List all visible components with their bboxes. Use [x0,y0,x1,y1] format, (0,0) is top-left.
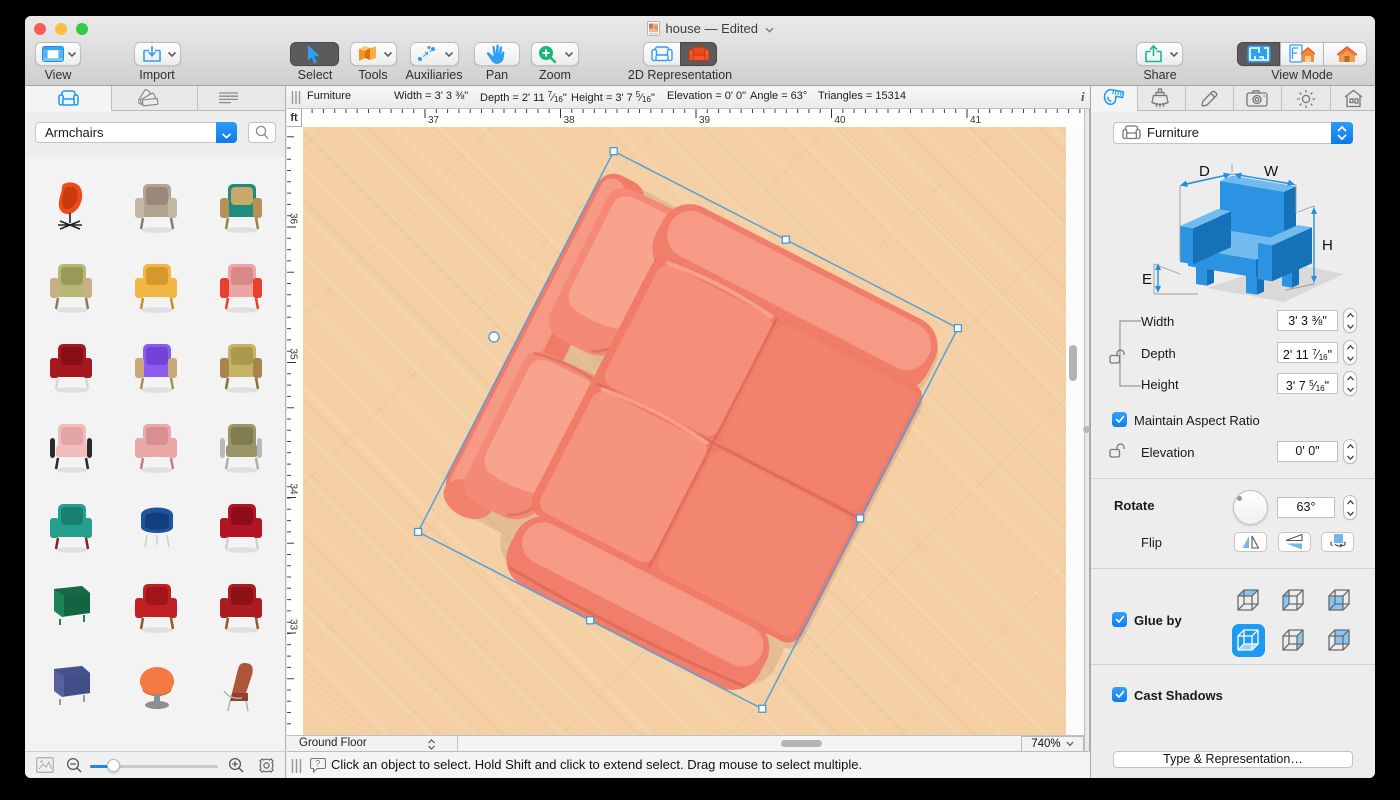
svg-text:41: 41 [970,115,982,126]
svg-text:37: 37 [428,115,440,126]
svg-text:34: 34 [288,484,299,496]
svg-text:39: 39 [699,115,711,126]
svg-text:38: 38 [564,115,576,126]
svg-text:W: W [1264,163,1279,180]
svg-text:E: E [1142,271,1152,288]
svg-text:36: 36 [288,213,299,225]
svg-text:40: 40 [835,115,847,126]
svg-text:35: 35 [288,349,299,361]
svg-text:?: ? [315,759,320,769]
svg-text:H: H [1322,237,1333,254]
svg-text:D: D [1199,163,1210,180]
svg-text:33: 33 [288,619,299,631]
